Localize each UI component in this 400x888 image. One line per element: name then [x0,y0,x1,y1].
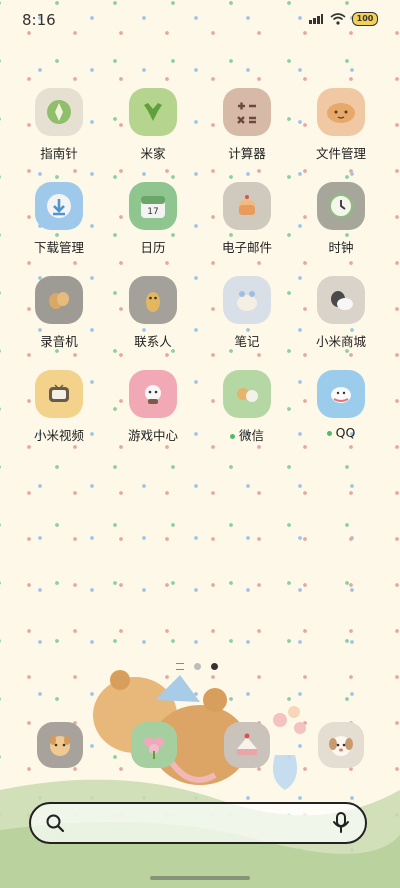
app-recorder[interactable]: 录音机 [12,276,106,350]
app-contacts[interactable]: 联系人 [106,276,200,350]
page-dot-active[interactable] [211,663,218,670]
dock-dog-icon[interactable] [37,722,83,768]
page-dot[interactable] [194,663,201,670]
app-wechat[interactable]: 微信 [200,370,294,444]
app-mijia[interactable]: 米家 [106,88,200,162]
app-label-text: QQ [335,425,356,440]
recorder-icon[interactable] [35,276,83,324]
app-download[interactable]: 下载管理 [12,182,106,256]
app-label: 日历 [140,240,166,255]
app-label: QQ [294,425,388,440]
status-icons: 100 [308,12,378,26]
search-icon[interactable] [45,813,65,833]
compass-icon[interactable] [35,88,83,136]
wifi-icon [330,13,346,25]
dock-puppy-icon[interactable] [318,722,364,768]
game-center-icon[interactable] [129,370,177,418]
battery-icon: 100 [352,12,378,26]
app-email[interactable]: 电子邮件 [200,182,294,256]
contacts-icon[interactable] [129,276,177,324]
mi-video-icon[interactable] [35,370,83,418]
file-manager-icon[interactable] [317,88,365,136]
mi-store-icon[interactable] [317,276,365,324]
app-label: 录音机 [40,334,78,349]
notification-dot [229,434,235,439]
gesture-bar[interactable] [150,876,250,880]
app-label: 计算器 [228,146,266,161]
app-label: 小米商城 [315,334,366,349]
app-clock[interactable]: 时钟 [294,182,388,256]
notes-icon[interactable] [223,276,271,324]
app-label: 时钟 [328,240,354,255]
app-notes[interactable]: 笔记 [200,276,294,350]
download-icon[interactable] [35,182,83,230]
app-calendar[interactable]: 17 日历 [106,182,200,256]
app-calculator[interactable]: 计算器 [200,88,294,162]
app-mi-store[interactable]: 小米商城 [294,276,388,350]
mijia-icon[interactable] [129,88,177,136]
app-label: 联系人 [134,334,172,349]
app-label: 笔记 [234,334,260,349]
qq-icon[interactable] [317,370,365,418]
app-label: 小米视频 [33,428,84,443]
app-label: 游戏中心 [127,428,178,443]
status-bar: 8:16 100 [0,0,400,40]
clock-icon[interactable] [317,182,365,230]
app-mi-video[interactable]: 小米视频 [12,370,106,444]
network-speed-icon [309,14,323,24]
wechat-icon[interactable] [223,370,271,418]
dock-cake-icon[interactable] [224,722,270,768]
app-file-manager[interactable]: 文件管理 [294,88,388,162]
status-time: 8:16 [22,11,56,29]
calendar-date: 17 [147,207,158,217]
app-label: 电子邮件 [221,240,272,255]
app-label-text: 微信 [238,428,264,443]
dock-flower-icon[interactable] [131,722,177,768]
notification-dot [326,431,332,436]
app-label: 米家 [140,146,166,161]
app-label: 微信 [200,425,294,444]
app-compass[interactable]: 指南针 [12,88,106,162]
search-bar[interactable] [29,802,367,844]
calculator-icon[interactable] [223,88,271,136]
app-game-center[interactable]: 游戏中心 [106,370,200,444]
mic-icon[interactable] [331,812,351,834]
app-label: 文件管理 [315,146,366,161]
app-label: 指南针 [40,146,78,161]
page-indicator-menu[interactable] [176,663,184,670]
page-indicator[interactable] [176,663,218,670]
email-icon[interactable] [223,182,271,230]
app-label: 下载管理 [33,240,84,255]
app-qq[interactable]: QQ [294,370,388,440]
calendar-icon[interactable]: 17 [129,182,177,230]
flower-vase-illustration [272,706,306,790]
